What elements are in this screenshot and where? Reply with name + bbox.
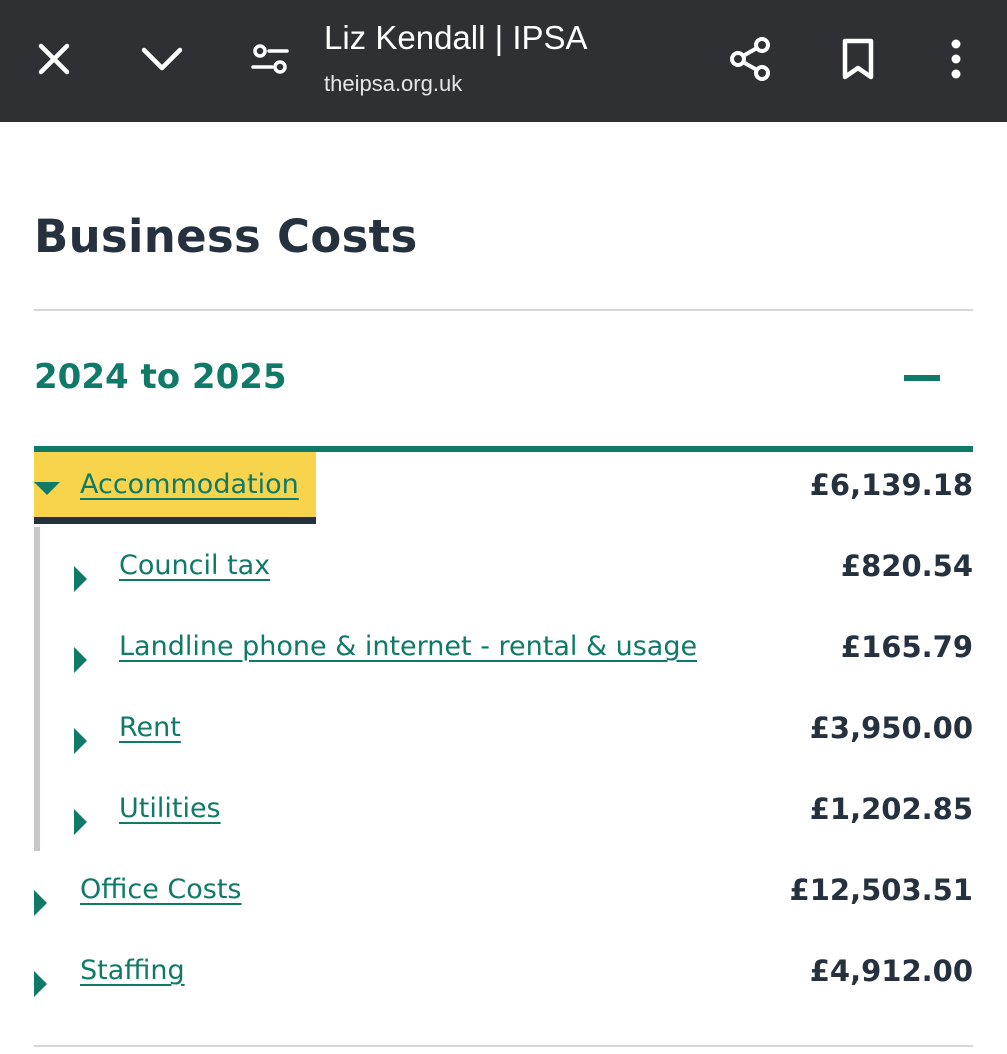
category-link-accommodation[interactable]: Accommodation <box>80 465 299 505</box>
divider <box>34 309 973 311</box>
caret-right-icon[interactable] <box>74 647 87 673</box>
subcategory-link-council-tax[interactable]: Council tax <box>119 546 270 586</box>
share-icon[interactable] <box>718 30 782 88</box>
category-amount-office-costs: £12,503.51 <box>789 873 973 907</box>
subcategory-amount-council-tax: £820.54 <box>840 549 973 583</box>
nested-indent-line <box>34 527 40 851</box>
category-amount-accommodation: £6,139.18 <box>809 468 973 502</box>
divider <box>34 1045 973 1047</box>
caret-down-icon[interactable] <box>34 482 60 495</box>
caret-right-icon[interactable] <box>74 728 87 754</box>
caret-right-icon[interactable] <box>74 809 87 835</box>
caret-right-icon[interactable] <box>34 971 47 997</box>
subcategory-link-rent[interactable]: Rent <box>119 708 181 748</box>
category-link-office-costs[interactable]: Office Costs <box>80 870 242 910</box>
chevron-down-icon[interactable] <box>130 30 194 88</box>
close-icon[interactable] <box>22 30 86 88</box>
collapse-button[interactable] <box>884 350 960 406</box>
subcategory-amount-rent: £3,950.00 <box>809 711 973 745</box>
url-text[interactable]: theipsa.org.uk <box>324 70 462 98</box>
subcategory-amount-utilities: £1,202.85 <box>809 792 973 826</box>
bookmark-icon[interactable] <box>826 30 890 88</box>
caret-right-icon[interactable] <box>34 890 47 916</box>
tab-title[interactable]: Liz Kendall | IPSA <box>324 18 588 58</box>
subcategory-link-utilities[interactable]: Utilities <box>119 789 221 829</box>
subcategory-amount-landline-internet: £165.79 <box>840 630 973 664</box>
category-link-staffing[interactable]: Staffing <box>80 951 185 991</box>
tune-icon[interactable] <box>238 30 302 88</box>
year-section-heading[interactable]: 2024 to 2025 <box>34 353 287 401</box>
more-vert-icon[interactable] <box>924 30 988 88</box>
category-amount-staffing: £4,912.00 <box>809 954 973 988</box>
subcategory-link-landline-internet[interactable]: Landline phone & internet - rental & usa… <box>119 627 697 667</box>
minus-icon <box>904 375 940 381</box>
browser-toolbar: Liz Kendall | IPSA theipsa.org.uk <box>0 0 1007 122</box>
page-title: Business Costs <box>34 210 418 263</box>
caret-right-icon[interactable] <box>74 566 87 592</box>
